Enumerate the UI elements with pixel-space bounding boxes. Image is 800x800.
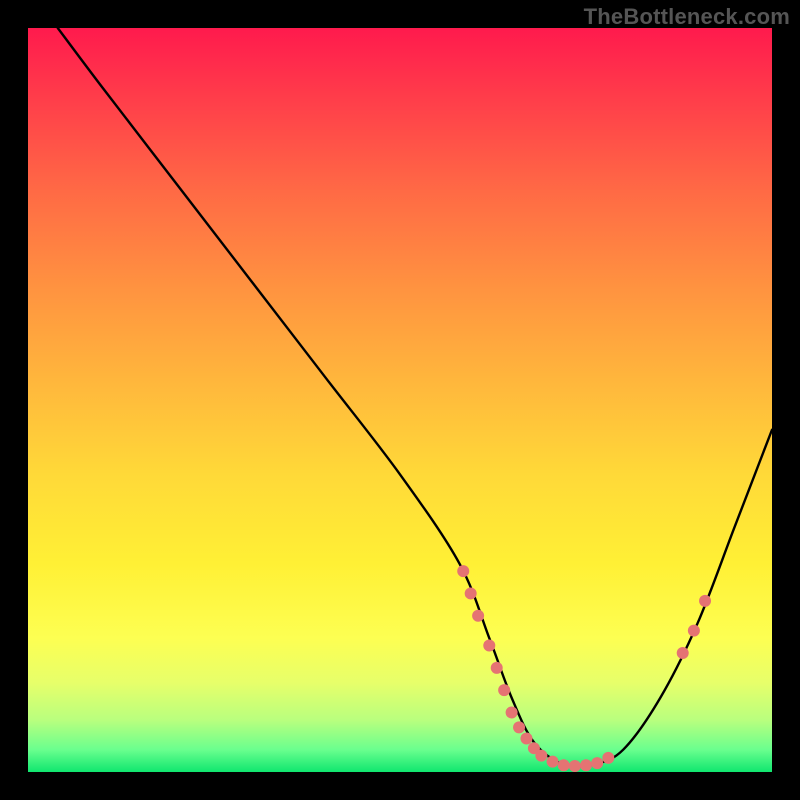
curve-marker <box>535 750 547 762</box>
watermark-text: TheBottleneck.com <box>584 4 790 30</box>
curve-markers <box>457 565 711 772</box>
curve-marker <box>591 757 603 769</box>
curve-marker <box>547 756 559 768</box>
curve-marker <box>699 595 711 607</box>
curve-marker <box>688 625 700 637</box>
curve-marker <box>457 565 469 577</box>
curve-marker <box>558 759 570 771</box>
curve-marker <box>602 752 614 764</box>
curve-marker <box>520 733 532 745</box>
curve-marker <box>569 760 581 772</box>
curve-marker <box>498 684 510 696</box>
curve-marker <box>472 610 484 622</box>
bottleneck-curve <box>58 28 772 767</box>
curve-marker <box>513 721 525 733</box>
curve-marker <box>677 647 689 659</box>
chart-plot-area <box>28 28 772 772</box>
curve-marker <box>491 662 503 674</box>
chart-svg <box>28 28 772 772</box>
curve-marker <box>580 759 592 771</box>
curve-marker <box>506 706 518 718</box>
curve-marker <box>483 640 495 652</box>
curve-marker <box>465 587 477 599</box>
